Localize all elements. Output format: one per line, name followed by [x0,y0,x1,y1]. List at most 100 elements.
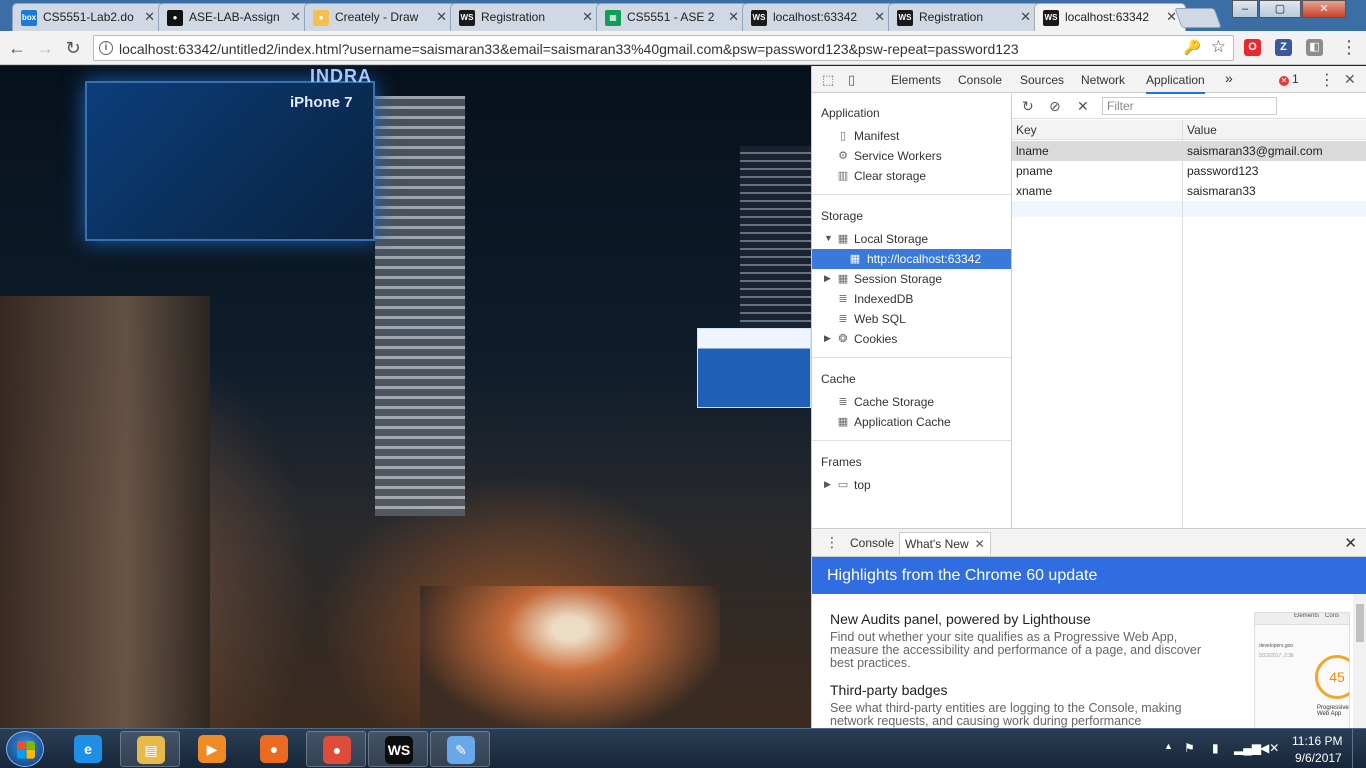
action-center-flag-icon[interactable]: ⚑ [1184,741,1195,755]
tab-title: Creately - Draw [335,10,419,24]
tab-close-icon[interactable]: ✕ [436,9,447,25]
sidebar-item-local-storage-origin[interactable]: ▦ http://localhost:63342 [812,249,1011,269]
drawer-menu-icon[interactable]: ⋮ [825,534,839,551]
tab-sources[interactable]: Sources [1020,73,1064,87]
browser-tab[interactable]: WS Registration ✕ [888,3,1040,31]
close-tab-icon[interactable]: ✕ [975,537,985,551]
clear-all-icon[interactable]: ⊘ [1049,98,1061,115]
refresh-icon[interactable]: ↻ [1022,98,1034,115]
browser-tab[interactable]: ● Creately - Draw ✕ [304,3,456,31]
tab-console[interactable]: Console [958,73,1002,87]
tab-network[interactable]: Network [1081,73,1125,87]
taskbar-app-button[interactable]: WS [368,731,428,767]
show-desktop-button[interactable] [1352,729,1366,768]
expanded-arrow-icon[interactable]: ▼ [824,233,833,243]
database-icon: ≣ [838,313,848,325]
tab-close-icon[interactable]: ✕ [874,9,885,25]
webstorm-icon: WS [385,736,413,764]
table-row[interactable]: lname saismaran33@gmail.com [1012,141,1366,161]
zotero-icon[interactable]: Z [1275,39,1292,56]
sidebar-item-manifest[interactable]: ▯ Manifest [812,126,1011,146]
browser-tab[interactable]: ● ASE-LAB-Assign ✕ [158,3,310,31]
table-row[interactable]: xname saismaran33 [1012,181,1366,201]
error-count-badge[interactable]: ✕ 1 [1279,72,1299,86]
thumbnail-caption: Progressive Web App [1317,705,1349,717]
sidebar-item-cache-storage[interactable]: ≣ Cache Storage [812,392,1011,412]
browser-tab[interactable]: WS Registration ✕ [450,3,602,31]
taskbar-app-button[interactable]: ● [244,731,304,767]
volume-muted-icon[interactable]: ◀✕ [1260,741,1279,755]
taskbar-app-button[interactable]: ● [306,731,366,767]
browser-menu-icon[interactable]: ⋮ [1340,37,1358,58]
sidebar-item-indexeddb[interactable]: ≣ IndexedDB [812,289,1011,309]
taskbar-app-button[interactable]: ✎ [430,731,490,767]
browser-tab[interactable]: ▦ CS5551 - ASE 2 ✕ [596,3,748,31]
browser-tab[interactable]: WS localhost:63342 ✕ [1034,3,1186,31]
show-hidden-icons-icon[interactable]: ▲ [1164,741,1173,751]
scrollbar-thumb[interactable] [1356,604,1364,642]
reload-button[interactable]: ↻ [62,37,84,59]
start-button[interactable] [6,731,44,767]
address-bar[interactable]: i localhost:63342/untitled2/index.html?u… [93,35,1234,61]
tab-elements[interactable]: Elements [891,73,941,87]
sidebar-item-application-cache[interactable]: ▦ Application Cache [812,412,1011,432]
sidebar-item-service-workers[interactable]: ⚙ Service Workers [812,146,1011,166]
minimize-window-button[interactable]: – [1232,0,1258,18]
browser-tab[interactable]: box CS5551-Lab2.do ✕ [12,3,164,31]
collapsed-arrow-icon[interactable]: ▶ [824,333,831,344]
collapsed-arrow-icon[interactable]: ▶ [824,479,831,490]
tab-title: localhost:63342 [1065,10,1150,24]
table-row[interactable]: pname password123 [1012,161,1366,181]
address-url[interactable]: localhost:63342/untitled2/index.html?use… [119,41,1019,57]
close-window-button[interactable]: ✕ [1302,0,1346,18]
drawer-close-icon[interactable]: ✕ [1344,534,1357,552]
extension-icon[interactable]: ◧ [1306,39,1323,56]
taskbar-app-button[interactable]: ▶ [182,731,242,767]
collapsed-arrow-icon[interactable]: ▶ [824,273,831,284]
password-key-icon[interactable]: 🔑 [1184,39,1201,56]
drawer-tab-whats-new[interactable]: What's New ✕ [899,532,991,555]
filter-input[interactable] [1102,97,1277,115]
column-header-key[interactable]: Key [1012,120,1183,140]
forward-button[interactable]: → [34,37,56,59]
column-divider[interactable] [1182,120,1183,528]
webstorm-icon: WS [1043,10,1059,26]
sidebar-item-frame-top[interactable]: ▶ ▭ top [812,475,1011,495]
tab-close-icon[interactable]: ✕ [1020,9,1031,25]
clock-time[interactable]: 11:16 PM [1292,734,1342,748]
opera-icon[interactable]: O [1244,39,1261,56]
sidebar-item-session-storage[interactable]: ▶ ▦ Session Storage [812,269,1011,289]
drawer-tab-console[interactable]: Console [850,536,894,550]
new-tab-button[interactable] [1174,8,1222,28]
back-button[interactable]: ← [6,37,28,59]
sidebar-item-web-sql[interactable]: ≣ Web SQL [812,309,1011,329]
network-signal-icon[interactable]: ▂▄▆ [1234,741,1261,755]
table-empty-row[interactable] [1012,201,1366,217]
tab-close-icon[interactable]: ✕ [144,9,155,25]
bookmark-star-icon[interactable]: ☆ [1211,37,1226,57]
tab-application[interactable]: Application [1146,73,1205,94]
device-toolbar-icon[interactable]: ▯ [848,72,855,88]
taskbar-app-button[interactable]: ▤ [120,731,180,767]
browser-tab[interactable]: WS localhost:63342 ✕ [742,3,894,31]
devtools-close-icon[interactable]: ✕ [1344,71,1356,88]
inspect-element-icon[interactable]: ⬚ [822,72,834,88]
tab-close-icon[interactable]: ✕ [290,9,301,25]
page-info-icon[interactable]: i [99,41,113,55]
column-header-value[interactable]: Value [1183,120,1366,140]
clock-date[interactable]: 9/6/2017 [1295,751,1342,765]
battery-icon[interactable]: ▮ [1212,741,1219,755]
taskbar-app-button[interactable]: e [58,731,118,767]
drawer-scrollbar[interactable] [1353,594,1366,729]
devtools-menu-icon[interactable]: ⋮ [1319,70,1335,90]
tab-close-icon[interactable]: ✕ [582,9,593,25]
sidebar-item-cookies[interactable]: ▶ ❂ Cookies [812,329,1011,349]
more-tabs-icon[interactable]: » [1225,70,1233,86]
sidebar-item-clear-storage[interactable]: ▥ Clear storage [812,166,1011,186]
tab-close-icon[interactable]: ✕ [728,9,739,25]
delete-selected-icon[interactable]: ✕ [1077,98,1089,115]
sidebar-item-local-storage[interactable]: ▼ ▦ Local Storage [812,229,1011,249]
page-viewport: INDRA iPhone 7 ◀ ▶ [0,66,811,728]
tab-title: Registration [919,10,984,24]
maximize-window-button[interactable]: ▢ [1259,0,1301,18]
